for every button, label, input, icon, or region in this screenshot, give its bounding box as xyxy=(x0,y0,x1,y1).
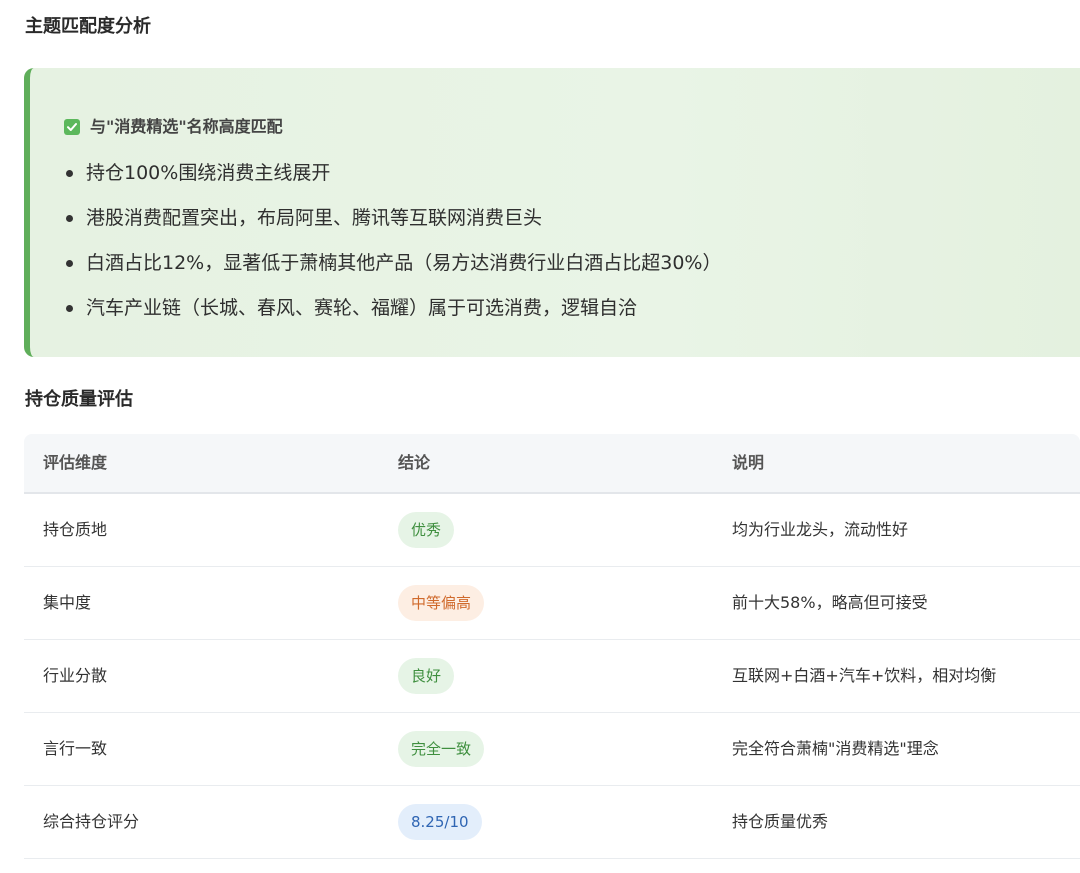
table-row: 持仓质地 优秀 均为行业龙头，流动性好 xyxy=(24,494,1080,567)
conclusion-badge: 中等偏高 xyxy=(398,585,485,621)
bullet-text: 汽车产业链（长城、春风、赛轮、福耀）属于可选消费，逻辑自洽 xyxy=(86,297,638,319)
bullet-text: 白酒占比12%，显著低于萧楠其他产品（易方达消费行业白酒占比超30%） xyxy=(86,252,722,274)
table-row: 集中度 中等偏高 前十大58%，略高但可接受 xyxy=(24,567,1080,640)
column-header-note: 说明 xyxy=(732,453,765,472)
conclusion-badge: 优秀 xyxy=(398,512,455,548)
page: 主题匹配度分析 与"消费精选"名称高度匹配 持仓100%围绕消费主线展开 港股消… xyxy=(0,0,1080,873)
callout-heading: 与"消费精选"名称高度匹配 xyxy=(64,116,283,138)
note-cell: 互联网+白酒+汽车+饮料，相对均衡 xyxy=(732,666,997,685)
bullet-item: 白酒占比12%，显著低于萧楠其他产品（易方达消费行业白酒占比超30%） xyxy=(64,248,721,293)
bullet-item: 汽车产业链（长城、春风、赛轮、福耀）属于可选消费，逻辑自洽 xyxy=(64,293,721,338)
table-row: 言行一致 完全一致 完全符合萧楠"消费精选"理念 xyxy=(24,713,1080,786)
bullet-dot-icon xyxy=(66,170,73,177)
section-title-holding-quality: 持仓质量评估 xyxy=(25,389,133,410)
column-header-dimension: 评估维度 xyxy=(43,453,108,472)
table-row: 综合持仓评分 8.25/10 持仓质量优秀 xyxy=(24,786,1080,859)
holding-quality-table: 评估维度 结论 说明 持仓质地 优秀 均为行业龙头，流动性好 集中度 中等偏高 … xyxy=(24,434,1080,859)
dimension-cell: 言行一致 xyxy=(43,739,108,758)
bullet-item: 持仓100%围绕消费主线展开 xyxy=(64,158,721,203)
dimension-cell: 集中度 xyxy=(43,593,92,612)
table-row: 行业分散 良好 互联网+白酒+汽车+饮料，相对均衡 xyxy=(24,640,1080,713)
column-header-conclusion: 结论 xyxy=(398,453,431,472)
dimension-cell: 行业分散 xyxy=(43,666,108,685)
callout-heading-text: 与"消费精选"名称高度匹配 xyxy=(90,117,283,136)
bullet-text: 持仓100%围绕消费主线展开 xyxy=(86,162,331,184)
conclusion-badge: 8.25/10 xyxy=(398,804,482,840)
note-cell: 均为行业龙头，流动性好 xyxy=(732,520,909,539)
dimension-cell: 持仓质地 xyxy=(43,520,108,539)
note-cell: 前十大58%，略高但可接受 xyxy=(732,593,928,612)
table-header-row: 评估维度 结论 说明 xyxy=(24,434,1080,494)
note-cell: 持仓质量优秀 xyxy=(732,812,829,831)
bullet-item: 港股消费配置突出，布局阿里、腾讯等互联网消费巨头 xyxy=(64,203,721,248)
bullet-dot-icon xyxy=(66,305,73,312)
section-title-theme-match: 主题匹配度分析 xyxy=(25,16,151,37)
conclusion-badge: 完全一致 xyxy=(398,731,485,767)
check-mark-icon xyxy=(64,119,80,135)
conclusion-badge: 良好 xyxy=(398,658,455,694)
dimension-cell: 综合持仓评分 xyxy=(43,812,140,831)
theme-match-callout: 与"消费精选"名称高度匹配 持仓100%围绕消费主线展开 港股消费配置突出，布局… xyxy=(24,68,1080,357)
note-cell: 完全符合萧楠"消费精选"理念 xyxy=(732,739,939,758)
callout-bullet-list: 持仓100%围绕消费主线展开 港股消费配置突出，布局阿里、腾讯等互联网消费巨头 … xyxy=(64,158,721,338)
bullet-dot-icon xyxy=(66,215,73,222)
bullet-text: 港股消费配置突出，布局阿里、腾讯等互联网消费巨头 xyxy=(86,207,543,229)
bullet-dot-icon xyxy=(66,260,73,267)
